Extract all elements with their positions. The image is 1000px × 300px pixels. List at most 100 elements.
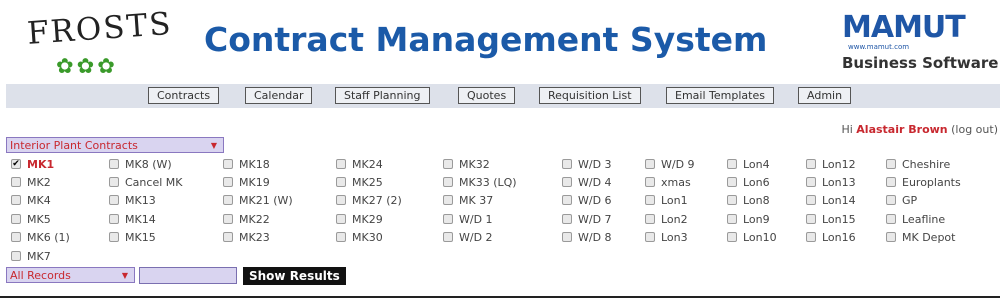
checkbox-label: MK18 [239,158,270,171]
checkbox-label: W/D 2 [459,231,493,244]
checkbox-icon[interactable] [562,195,572,205]
checkbox-icon[interactable] [645,232,655,242]
checkbox-icon[interactable] [562,232,572,242]
nav-admin[interactable]: Admin [798,87,852,104]
checkbox-icon[interactable] [11,251,21,261]
header: FROSTS ✿✿✿ Contract Management System MA… [0,0,1000,82]
checkbox-icon[interactable] [336,177,346,187]
checkbox-label: Cancel MK [125,176,183,189]
checkbox-label: Europlants [902,176,961,189]
checkbox-icon[interactable] [443,159,453,169]
checkbox-label: MK30 [352,231,383,244]
checkbox-label: MK8 (W) [125,158,172,171]
mamut-logo: MAMUT www.mamut.com Business Software [840,10,998,76]
nav-contracts[interactable]: Contracts [148,87,220,104]
checkbox-icon[interactable] [336,195,346,205]
checkbox-label: Lon10 [743,231,777,244]
checkbox-icon[interactable] [727,214,737,224]
checkbox-icon[interactable] [886,177,896,187]
nav-staff-planning[interactable]: Staff Planning [335,87,430,104]
checkbox-icon[interactable] [336,214,346,224]
checkbox-icon[interactable] [109,232,119,242]
dropdown-arrow-icon: ▼ [210,141,217,150]
checkbox-label: MK33 (LQ) [459,176,517,189]
checkbox-icon[interactable] [109,177,119,187]
checkbox-icon[interactable] [645,159,655,169]
mamut-logo-text: MAMUT [842,10,966,45]
checkbox-icon[interactable] [443,214,453,224]
checkbox-label: Lon3 [661,231,688,244]
user-name: Alastair Brown [856,123,948,136]
logout-link[interactable]: (log out) [951,123,998,136]
checkbox-icon[interactable] [109,195,119,205]
checkbox-label: Lon2 [661,213,688,226]
checkbox-label: Lon16 [822,231,856,244]
checkbox-icon[interactable] [645,195,655,205]
nav-bar: Contracts Calendar Staff Planning Quotes… [6,84,1000,108]
checkbox-icon[interactable] [562,214,572,224]
checkbox-icon[interactable] [223,159,233,169]
checkbox-icon[interactable] [727,177,737,187]
checkbox-icon[interactable] [11,177,21,187]
checkbox-label: Lon9 [743,213,770,226]
nav-requisition-list[interactable]: Requisition List [539,87,641,104]
checkbox-icon[interactable] [223,195,233,205]
checkbox-icon[interactable] [443,232,453,242]
checkbox-icon[interactable] [886,195,896,205]
checkbox-icon[interactable] [806,177,816,187]
show-results-button[interactable]: Show Results [243,267,346,285]
checkbox-icon[interactable] [11,195,21,205]
checkbox-icon[interactable] [223,232,233,242]
frosts-logo: FROSTS ✿✿✿ [26,6,176,78]
checkbox-label: MK22 [239,213,270,226]
checkbox-icon[interactable] [727,232,737,242]
checkbox-icon[interactable] [806,159,816,169]
checkbox-label: Lon14 [822,194,856,207]
frosts-logo-text: FROSTS [26,5,174,52]
checkbox-label: MK6 (1) [27,231,70,244]
checkbox-label: GP [902,194,918,207]
checkbox-icon[interactable] [645,214,655,224]
checkbox-label: MK29 [352,213,383,226]
checkbox-label: MK 37 [459,194,494,207]
checkbox-icon[interactable] [336,159,346,169]
divider [0,296,1000,298]
checkbox-label: MK25 [352,176,383,189]
nav-calendar[interactable]: Calendar [245,87,313,104]
checkbox-icon[interactable] [223,214,233,224]
checkbox-icon[interactable] [806,232,816,242]
checkbox-icon[interactable] [886,214,896,224]
checkbox-icon[interactable] [109,159,119,169]
checkbox-icon[interactable] [886,232,896,242]
checkbox-label: MK15 [125,231,156,244]
checked-box-icon[interactable]: ✔ [11,159,21,169]
contract-type-select[interactable]: Interior Plant Contracts ▼ [6,137,224,153]
checkbox-icon[interactable] [806,214,816,224]
checkbox-label: Lon4 [743,158,770,171]
checkbox-icon[interactable] [562,177,572,187]
checkbox-icon[interactable] [443,177,453,187]
mamut-logo-url: www.mamut.com [848,43,910,51]
checkbox-icon[interactable] [727,195,737,205]
checkbox-label: Lon13 [822,176,856,189]
search-input[interactable] [139,267,237,284]
checkbox-icon[interactable] [645,177,655,187]
checkbox-icon[interactable] [223,177,233,187]
records-select[interactable]: All Records ▼ [6,267,135,283]
checkbox-icon[interactable] [562,159,572,169]
checkbox-icon[interactable] [806,195,816,205]
checkbox-icon[interactable] [336,232,346,242]
checkbox-icon[interactable] [443,195,453,205]
checkbox-icon[interactable] [109,214,119,224]
checkbox-label: MK2 [27,176,51,189]
checkbox-icon[interactable] [11,214,21,224]
nav-quotes[interactable]: Quotes [458,87,516,104]
checkbox-label: Lon6 [743,176,770,189]
checkbox-icon[interactable] [11,232,21,242]
checkbox-label: W/D 4 [578,176,612,189]
checkbox-icon[interactable] [886,159,896,169]
checkbox-label: MK32 [459,158,490,171]
page-title: Contract Management System [204,20,768,59]
checkbox-icon[interactable] [727,159,737,169]
nav-email-templates[interactable]: Email Templates [666,87,774,104]
